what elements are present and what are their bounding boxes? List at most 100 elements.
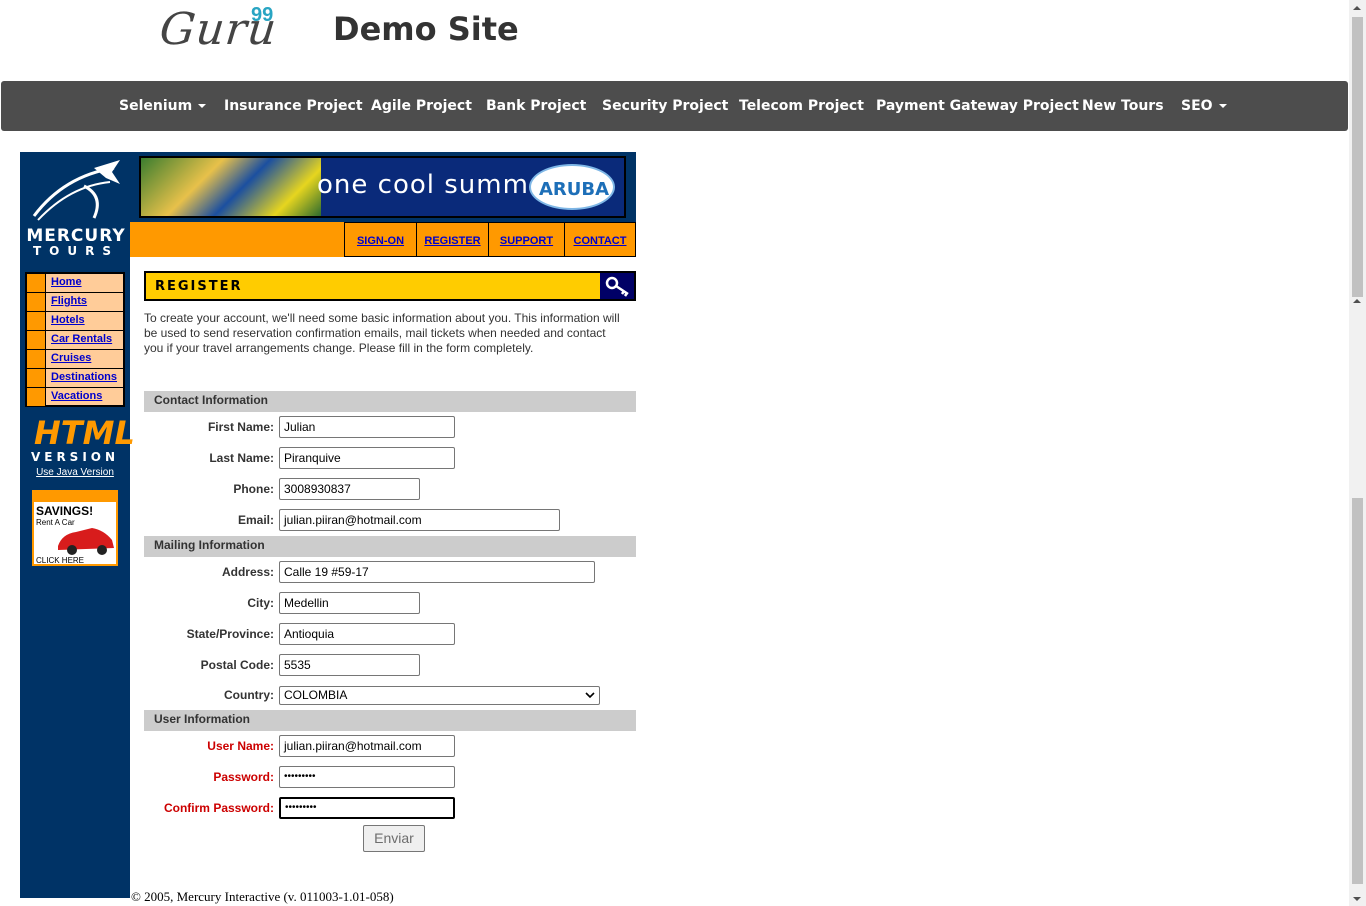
- menu-bullet-icon: [27, 312, 46, 330]
- address-input[interactable]: Calle 19 #59-17: [279, 561, 595, 583]
- sidebar-item-flights: Flights: [27, 293, 123, 312]
- use-java-version-link[interactable]: Use Java Version: [20, 467, 130, 478]
- nav-item-agile[interactable]: Agile Project: [371, 81, 472, 131]
- scroll-down-arrow-icon[interactable]: [1353, 897, 1361, 901]
- sidebar-link-hotels[interactable]: Hotels: [51, 314, 85, 326]
- contact-link[interactable]: CONTACT: [574, 235, 627, 247]
- address-label: Address:: [221, 565, 274, 579]
- ad-title: SAVINGS!: [36, 504, 94, 518]
- phone-input[interactable]: 3008930837: [279, 478, 420, 500]
- password-input[interactable]: •••••••••: [279, 766, 455, 788]
- nav-item-telecom[interactable]: Telecom Project: [739, 81, 864, 131]
- scroll-up-arrow-icon[interactable]: [1349, 0, 1366, 17]
- aruba-logo-text: ARUBA: [538, 179, 610, 200]
- section-title: User Information: [154, 712, 251, 726]
- site-title: Demo Site: [333, 10, 519, 48]
- toplink-cell-support: SUPPORT: [488, 222, 564, 257]
- username-label: User Name:: [207, 739, 274, 753]
- sidebar-link-flights[interactable]: Flights: [51, 295, 87, 307]
- sidebar-link-home[interactable]: Home: [51, 276, 82, 288]
- sidebar-link-vacations[interactable]: Vacations: [51, 390, 102, 402]
- menu-bullet-icon: [27, 293, 46, 311]
- logo-superscript: 99: [251, 4, 274, 26]
- caret-down-icon: [198, 104, 207, 108]
- scroll-thumb[interactable]: [1352, 498, 1363, 884]
- html-version-badge: HTML VERSION: [30, 414, 135, 464]
- main-navbar: Selenium Insurance Project Agile Project…: [1, 81, 1348, 131]
- support-link[interactable]: SUPPORT: [500, 235, 553, 247]
- ad-top-stripe: [34, 492, 116, 502]
- version-badge-text: VERSION: [30, 450, 120, 464]
- sidebar-item-vacations: Vacations: [27, 388, 123, 407]
- submit-button[interactable]: Enviar: [363, 825, 425, 852]
- sidebar-item-hotels: Hotels: [27, 312, 123, 331]
- sidebar-item-car-rentals: Car Rentals: [27, 331, 123, 350]
- country-select[interactable]: COLOMBIA: [279, 686, 600, 705]
- sidebar-item-destinations: Destinations: [27, 369, 123, 388]
- nav-item-new-tours[interactable]: New Tours: [1082, 81, 1164, 131]
- section-title: Mailing Information: [154, 538, 265, 552]
- caret-down-icon: [1218, 104, 1227, 108]
- sidebar-menu: Home Flights Hotels Car Rentals Cruises …: [25, 272, 125, 407]
- register-link[interactable]: REGISTER: [424, 235, 480, 247]
- banner-photo-image: [141, 158, 321, 216]
- sidebar-item-home: Home: [27, 274, 123, 293]
- email-label: Email:: [237, 513, 274, 527]
- confirm-password-label: Confirm Password:: [163, 801, 274, 815]
- country-label: Country:: [224, 688, 274, 702]
- nav-item-security[interactable]: Security Project: [602, 81, 728, 131]
- toplink-cell-register: REGISTER: [416, 222, 488, 257]
- left-sidebar: MERCURY TOURS Home Flights Hotels Car Re…: [20, 152, 135, 898]
- menu-bullet-icon: [27, 388, 46, 406]
- last-name-input[interactable]: Piranquive: [279, 447, 455, 469]
- scroll-track-upper[interactable]: [1352, 17, 1363, 297]
- sign-on-link[interactable]: SIGN-ON: [357, 235, 404, 247]
- sidebar-link-cruises[interactable]: Cruises: [51, 352, 91, 364]
- menu-bullet-icon: [27, 369, 46, 387]
- nav-item-payment-gateway[interactable]: Payment Gateway Project: [876, 81, 1079, 131]
- mercury-brand-text: MERCURY: [26, 226, 126, 246]
- nav-item-selenium[interactable]: Selenium: [119, 81, 207, 131]
- savings-rent-a-car-ad[interactable]: SAVINGS! Rent A Car CLICK HERE: [32, 490, 118, 566]
- banner-area: one cool summer ARUBA: [130, 152, 636, 222]
- sidebar-link-car-rentals[interactable]: Car Rentals: [51, 333, 112, 345]
- nav-item-insurance[interactable]: Insurance Project: [224, 81, 363, 131]
- state-province-input[interactable]: Antioquia: [279, 623, 455, 645]
- red-car-icon: [58, 528, 114, 555]
- first-name-label: First Name:: [207, 420, 274, 434]
- username-input[interactable]: julian.piiran@hotmail.com: [279, 735, 455, 757]
- menu-bullet-icon: [27, 331, 46, 349]
- sidebar-link-destinations[interactable]: Destinations: [51, 371, 117, 383]
- password-label: Password:: [213, 770, 274, 784]
- key-icon: [605, 276, 629, 297]
- register-intro-text: To create your account, we'll need some …: [144, 311, 620, 355]
- guru99-logo[interactable]: Guru 99: [157, 4, 279, 56]
- menu-bullet-icon: [27, 274, 46, 292]
- nav-label: Selenium: [119, 98, 193, 114]
- chevron-down-icon: [585, 692, 595, 699]
- ad-cta: CLICK HERE: [36, 556, 85, 565]
- postal-code-input[interactable]: 5535: [279, 654, 420, 676]
- city-label: City:: [247, 596, 274, 610]
- toplink-cell-contact: CONTACT: [564, 222, 636, 257]
- key-icon-box: [600, 273, 634, 299]
- aruba-banner-ad[interactable]: one cool summer ARUBA: [139, 156, 626, 218]
- toplink-cell-sign-on: SIGN-ON: [344, 222, 416, 257]
- nav-item-bank[interactable]: Bank Project: [486, 81, 586, 131]
- nav-item-seo[interactable]: SEO: [1181, 81, 1227, 131]
- page-title: REGISTER: [155, 279, 243, 294]
- phone-label: Phone:: [233, 482, 274, 496]
- first-name-input[interactable]: Julian: [279, 416, 455, 438]
- postal-code-label: Postal Code:: [200, 658, 274, 672]
- section-contact-information: Contact Information: [144, 391, 636, 412]
- aruba-logo: ARUBA: [529, 164, 615, 210]
- vertical-scrollbar[interactable]: [1349, 0, 1366, 906]
- confirm-password-input[interactable]: •••••••••: [279, 797, 455, 819]
- state-province-label: State/Province:: [186, 627, 274, 641]
- city-input[interactable]: Medellin: [279, 592, 420, 614]
- scroll-arrow-icon[interactable]: [1353, 299, 1361, 303]
- email-input[interactable]: julian.piiran@hotmail.com: [279, 509, 560, 531]
- section-user-information: User Information: [144, 710, 636, 731]
- banner-text: one cool summer: [317, 170, 558, 200]
- section-title: Contact Information: [154, 393, 268, 407]
